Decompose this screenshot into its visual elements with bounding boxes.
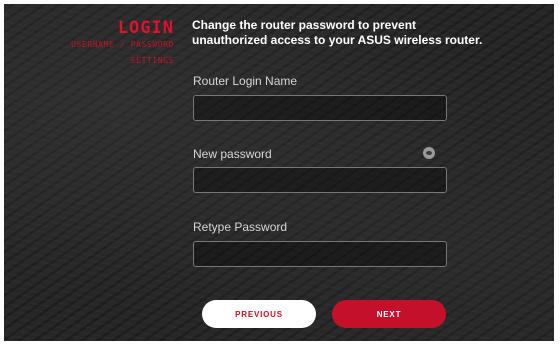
sidebar-step-settings: SETTINGS bbox=[130, 56, 174, 65]
new-password-label: New password bbox=[193, 147, 272, 161]
previous-button[interactable]: PREVIOUS bbox=[202, 300, 316, 328]
router-login-name-input[interactable] bbox=[193, 95, 447, 121]
retype-password-input[interactable] bbox=[193, 241, 447, 267]
retype-password-label: Retype Password bbox=[193, 220, 288, 234]
setup-wizard-panel: LOGIN USERNAME / PASSWORD SETTINGS Chang… bbox=[4, 4, 554, 341]
new-password-input[interactable] bbox=[193, 167, 447, 193]
eye-icon[interactable] bbox=[423, 147, 435, 159]
sidebar-step-username-password: USERNAME / PASSWORD bbox=[71, 40, 174, 49]
sidebar-title: LOGIN bbox=[117, 18, 174, 38]
router-login-name-label: Router Login Name bbox=[193, 74, 298, 88]
page-description: Change the router password to prevent un… bbox=[192, 18, 483, 47]
next-button[interactable]: NEXT bbox=[332, 300, 446, 328]
